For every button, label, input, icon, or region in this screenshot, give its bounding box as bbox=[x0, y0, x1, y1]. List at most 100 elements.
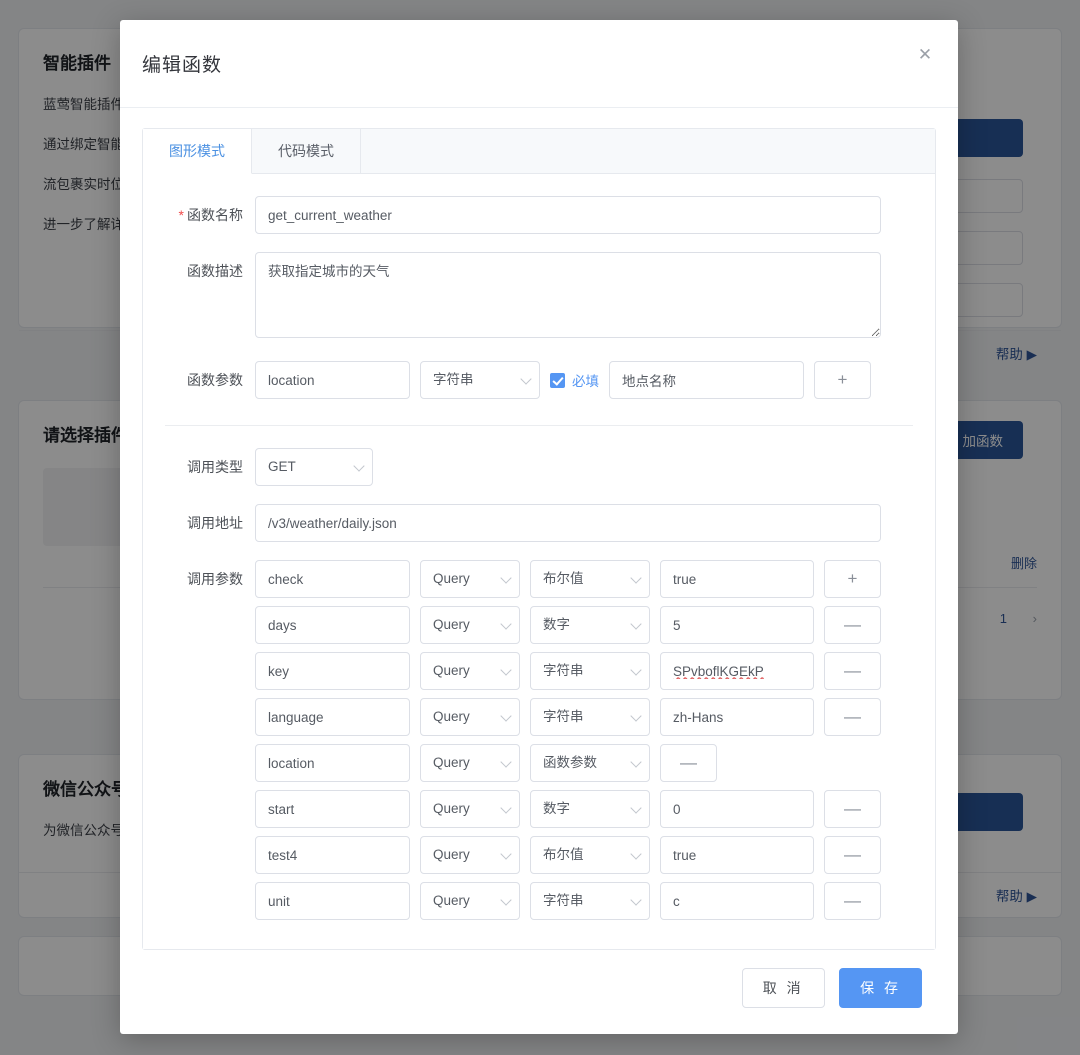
edit-function-dialog: 编辑函数 ✕ 图形模式 代码模式 * 函数名称 get_current_weat… bbox=[120, 20, 958, 1034]
call-param-type-value: 数字 bbox=[543, 801, 570, 816]
call-param-name-input[interactable] bbox=[255, 652, 410, 690]
call-param-value-input[interactable] bbox=[660, 606, 814, 644]
call-param-name-input[interactable] bbox=[255, 560, 410, 598]
form-row-function-description: 函数描述 bbox=[143, 252, 935, 343]
call-param-location-select[interactable]: Query bbox=[420, 698, 520, 736]
chevron-down-icon bbox=[500, 802, 512, 814]
label-call-params: 调用参数 bbox=[187, 571, 243, 587]
chevron-down-icon bbox=[630, 710, 642, 722]
call-param-type-select[interactable]: 字符串 bbox=[530, 882, 650, 920]
call-param-location-select[interactable]: Query bbox=[420, 836, 520, 874]
label-call-url: 调用地址 bbox=[187, 515, 243, 531]
required-label: 必填 bbox=[572, 374, 599, 389]
call-param-location-select[interactable]: Query bbox=[420, 744, 520, 782]
call-param-value-input[interactable] bbox=[660, 836, 814, 874]
tab-graphical-mode[interactable]: 图形模式 bbox=[143, 129, 252, 174]
call-param-row: Query 函数参数 — bbox=[255, 744, 935, 782]
call-param-location-value: Query bbox=[433, 893, 470, 908]
dialog-body: 图形模式 代码模式 *函数名称 函数描述 bbox=[120, 108, 958, 950]
call-param-location-value: Query bbox=[433, 847, 470, 862]
dialog-footer: 取 消 保 存 bbox=[120, 950, 958, 1034]
remove-call-param-button[interactable]: — bbox=[660, 744, 717, 782]
call-param-location-value: Query bbox=[433, 571, 470, 586]
tab-bar: 图形模式 代码模式 bbox=[143, 129, 935, 174]
call-param-value-input[interactable] bbox=[660, 882, 814, 920]
call-param-location-select[interactable]: Query bbox=[420, 560, 520, 598]
call-param-location-select[interactable]: Query bbox=[420, 882, 520, 920]
call-type-value: GET bbox=[268, 459, 296, 474]
call-param-type-value: 数字 bbox=[543, 617, 570, 632]
call-param-row: Query 数字 — bbox=[255, 606, 935, 644]
add-function-param-button[interactable]: + bbox=[814, 361, 871, 399]
call-param-row: Query 字符串 — bbox=[255, 652, 935, 690]
label-function-name: * 函数名称 bbox=[178, 207, 243, 223]
remove-call-param-button[interactable]: — bbox=[824, 606, 881, 644]
chevron-down-icon bbox=[630, 848, 642, 860]
form-row-call-type: 调用类型 GET bbox=[143, 448, 935, 486]
call-param-type-value: 函数参数 bbox=[543, 755, 597, 770]
cancel-button[interactable]: 取 消 bbox=[741, 968, 825, 1008]
form-row-call-url: 调用地址 bbox=[143, 504, 935, 542]
chevron-down-icon bbox=[630, 572, 642, 584]
function-description-textarea[interactable] bbox=[255, 252, 881, 338]
call-param-type-select[interactable]: 布尔值 bbox=[530, 560, 650, 598]
function-param-name-input[interactable] bbox=[255, 361, 410, 399]
function-param-row: 字符串 必填 + bbox=[255, 361, 935, 399]
call-param-name-input[interactable] bbox=[255, 882, 410, 920]
remove-call-param-button[interactable]: — bbox=[824, 836, 881, 874]
call-param-type-select[interactable]: 数字 bbox=[530, 606, 650, 644]
label-call-type: 调用类型 bbox=[187, 459, 243, 475]
function-param-description-input[interactable] bbox=[609, 361, 804, 399]
call-param-type-select[interactable]: 字符串 bbox=[530, 652, 650, 690]
function-param-type-select[interactable]: 字符串 bbox=[420, 361, 540, 399]
call-param-type-select[interactable]: 字符串 bbox=[530, 698, 650, 736]
dialog-header: 编辑函数 ✕ bbox=[120, 20, 958, 108]
call-param-location-select[interactable]: Query bbox=[420, 790, 520, 828]
call-param-value-input[interactable] bbox=[660, 698, 814, 736]
call-param-location-value: Query bbox=[433, 617, 470, 632]
call-param-location-value: Query bbox=[433, 801, 470, 816]
call-param-type-value: 字符串 bbox=[543, 663, 584, 678]
form-row-function-params: 函数参数 字符串 必填 bbox=[143, 361, 935, 403]
call-param-name-input[interactable] bbox=[255, 790, 410, 828]
chevron-down-icon bbox=[500, 894, 512, 906]
call-param-value-input[interactable] bbox=[660, 560, 814, 598]
call-url-input[interactable] bbox=[255, 504, 881, 542]
call-param-name-input[interactable] bbox=[255, 836, 410, 874]
chevron-down-icon bbox=[630, 618, 642, 630]
function-name-input[interactable] bbox=[255, 196, 881, 234]
call-param-value-input[interactable] bbox=[660, 652, 814, 690]
tab-panel-graphical: *函数名称 函数描述 函数参数 bbox=[143, 174, 935, 949]
call-param-row: Query 布尔值 — bbox=[255, 836, 935, 874]
call-param-type-select[interactable]: 数字 bbox=[530, 790, 650, 828]
remove-call-param-button[interactable]: — bbox=[824, 652, 881, 690]
remove-call-param-button[interactable]: — bbox=[824, 698, 881, 736]
call-param-name-input[interactable] bbox=[255, 744, 410, 782]
label-function-description: 函数描述 bbox=[187, 263, 243, 279]
remove-call-param-button[interactable]: — bbox=[824, 790, 881, 828]
chevron-down-icon bbox=[500, 710, 512, 722]
tab-code-mode[interactable]: 代码模式 bbox=[252, 129, 361, 173]
chevron-down-icon bbox=[500, 572, 512, 584]
call-param-name-input[interactable] bbox=[255, 698, 410, 736]
call-param-location-select[interactable]: Query bbox=[420, 652, 520, 690]
call-param-type-select[interactable]: 布尔值 bbox=[530, 836, 650, 874]
chevron-down-icon bbox=[500, 848, 512, 860]
add-call-param-button[interactable]: + bbox=[824, 560, 881, 598]
close-icon[interactable]: ✕ bbox=[912, 42, 938, 68]
chevron-down-icon bbox=[630, 756, 642, 768]
call-param-name-input[interactable] bbox=[255, 606, 410, 644]
required-asterisk: * bbox=[178, 207, 184, 223]
call-type-select[interactable]: GET bbox=[255, 448, 373, 486]
remove-call-param-button[interactable]: — bbox=[824, 882, 881, 920]
chevron-down-icon bbox=[630, 802, 642, 814]
dialog-title: 编辑函数 bbox=[142, 55, 223, 76]
checkbox-checked-icon bbox=[550, 372, 565, 388]
function-param-required-checkbox[interactable]: 必填 bbox=[550, 361, 599, 399]
call-param-value-input[interactable] bbox=[660, 790, 814, 828]
save-button[interactable]: 保 存 bbox=[839, 968, 922, 1008]
mode-tabs: 图形模式 代码模式 *函数名称 函数描述 bbox=[142, 128, 936, 950]
chevron-down-icon bbox=[500, 756, 512, 768]
call-param-type-select[interactable]: 函数参数 bbox=[530, 744, 650, 782]
call-param-location-select[interactable]: Query bbox=[420, 606, 520, 644]
